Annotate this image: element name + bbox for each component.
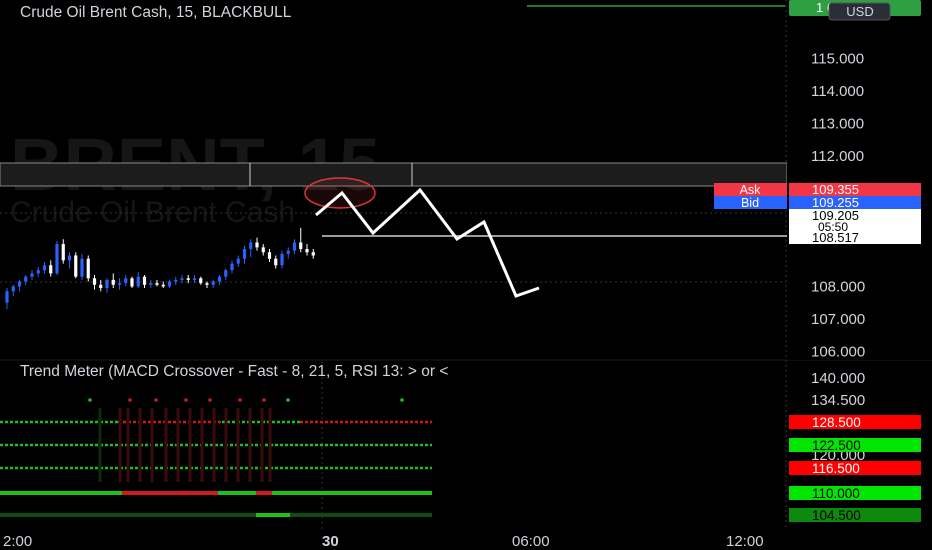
resistance-zone-rect[interactable]	[0, 162, 788, 187]
price-tick-label: 108.000	[811, 278, 865, 295]
price-tick-label: 114.000	[811, 83, 864, 100]
indicator-tick-label: 140.000	[811, 370, 865, 387]
candle-body[interactable]	[155, 283, 159, 285]
bid-label: Bid	[741, 196, 759, 210]
candle-body[interactable]	[224, 270, 228, 277]
candle-body[interactable]	[42, 265, 47, 271]
candle-body[interactable]	[36, 270, 40, 274]
candle-body[interactable]	[55, 244, 59, 274]
trend-dot	[184, 398, 188, 402]
candle-body[interactable]	[192, 278, 197, 280]
candle-body[interactable]	[174, 279, 178, 282]
price-axis[interactable]: 115.000114.000113.000112.000111.000108.0…	[787, 20, 932, 530]
currency-label: USD	[846, 4, 873, 19]
chart-title: Crude Oil Brent Cash, 15, BLACKBULL	[20, 4, 292, 21]
candle-body[interactable]	[67, 255, 72, 261]
candle-body[interactable]	[149, 283, 153, 285]
price-tick-label: 107.000	[811, 311, 865, 328]
candle-body[interactable]	[255, 242, 259, 248]
time-tick-label: 12:00	[726, 533, 764, 550]
candle-body[interactable]	[205, 283, 209, 285]
candle-body[interactable]	[311, 252, 315, 256]
indicator-price-value: 122.500	[812, 438, 861, 453]
candle-body[interactable]	[217, 276, 222, 282]
candle-body[interactable]	[74, 255, 78, 277]
candle-body[interactable]	[299, 242, 303, 249]
candle-body[interactable]	[11, 286, 15, 292]
price-tick-label: 106.000	[811, 344, 865, 361]
price-tick-label: 113.000	[811, 116, 864, 133]
trend-dot	[128, 398, 132, 402]
time-tick-label: 2:00	[3, 533, 32, 550]
candle-body[interactable]	[249, 242, 253, 249]
candle-body[interactable]	[167, 281, 172, 287]
candle-body[interactable]	[211, 281, 215, 285]
time-axis-bg	[0, 530, 932, 550]
candle-body[interactable]	[130, 278, 134, 287]
trend-dot	[286, 398, 290, 402]
price-tick-label: 115.000	[811, 51, 864, 68]
candle-body[interactable]	[161, 284, 165, 287]
candle-body[interactable]	[230, 263, 234, 271]
candle-body[interactable]	[49, 265, 53, 274]
trend-dot	[154, 398, 158, 402]
candle-body[interactable]	[274, 258, 278, 266]
candle-body[interactable]	[199, 278, 203, 284]
trend-dot	[400, 398, 404, 402]
candle-body[interactable]	[186, 278, 190, 280]
candle-body[interactable]	[286, 250, 290, 254]
candle-body[interactable]	[261, 247, 265, 253]
time-tick-label: 30	[322, 533, 339, 550]
time-tick-label: 06:00	[512, 533, 550, 550]
trading-chart[interactable]: BRENT, 15 Crude Oil Brent Cash Crude Oil…	[0, 0, 932, 550]
candle-body[interactable]	[30, 273, 34, 277]
trend-dot	[262, 398, 266, 402]
candle-body[interactable]	[105, 279, 109, 289]
trend-dot	[208, 398, 212, 402]
candle-body[interactable]	[242, 248, 247, 259]
candle-body[interactable]	[24, 276, 28, 282]
price-tick-label: 112.000	[811, 148, 864, 165]
indicator-price-value: 128.500	[812, 415, 861, 430]
candle-body[interactable]	[99, 284, 103, 289]
indicator-price-value: 104.500	[812, 508, 861, 523]
candle-body[interactable]	[17, 281, 22, 287]
candle-body[interactable]	[280, 253, 284, 266]
candle-body[interactable]	[80, 258, 84, 277]
indicator-title: Trend Meter (MACD Crossover - Fast - 8, …	[20, 363, 448, 380]
trend-dot	[88, 398, 92, 402]
ask-label: Ask	[740, 183, 762, 197]
indicator-price-value: 110.000	[812, 486, 860, 501]
candle-body[interactable]	[267, 252, 272, 259]
symbol-watermark-subtitle: Crude Oil Brent Cash	[10, 196, 295, 229]
candle-body[interactable]	[292, 242, 297, 251]
candle-body[interactable]	[124, 278, 128, 284]
candle-body[interactable]	[5, 291, 9, 303]
candle-body[interactable]	[86, 258, 90, 279]
candle-body[interactable]	[180, 278, 184, 280]
indicator-tick-label: 134.500	[811, 392, 865, 409]
candle-body[interactable]	[305, 248, 309, 253]
time-axis[interactable]: 2:00 30 06:00 12:00	[0, 530, 932, 550]
level-price: 108.517	[812, 230, 859, 245]
candle-body[interactable]	[142, 276, 147, 285]
trend-dot	[238, 398, 242, 402]
candle-body[interactable]	[111, 279, 115, 285]
candle-body[interactable]	[61, 244, 65, 261]
resistance-zone	[0, 162, 788, 187]
candle-body[interactable]	[136, 276, 140, 287]
candle-body[interactable]	[117, 283, 122, 285]
indicator-price-value: 116.500	[812, 461, 860, 476]
candle-body[interactable]	[92, 278, 97, 285]
candle-body[interactable]	[236, 258, 240, 264]
